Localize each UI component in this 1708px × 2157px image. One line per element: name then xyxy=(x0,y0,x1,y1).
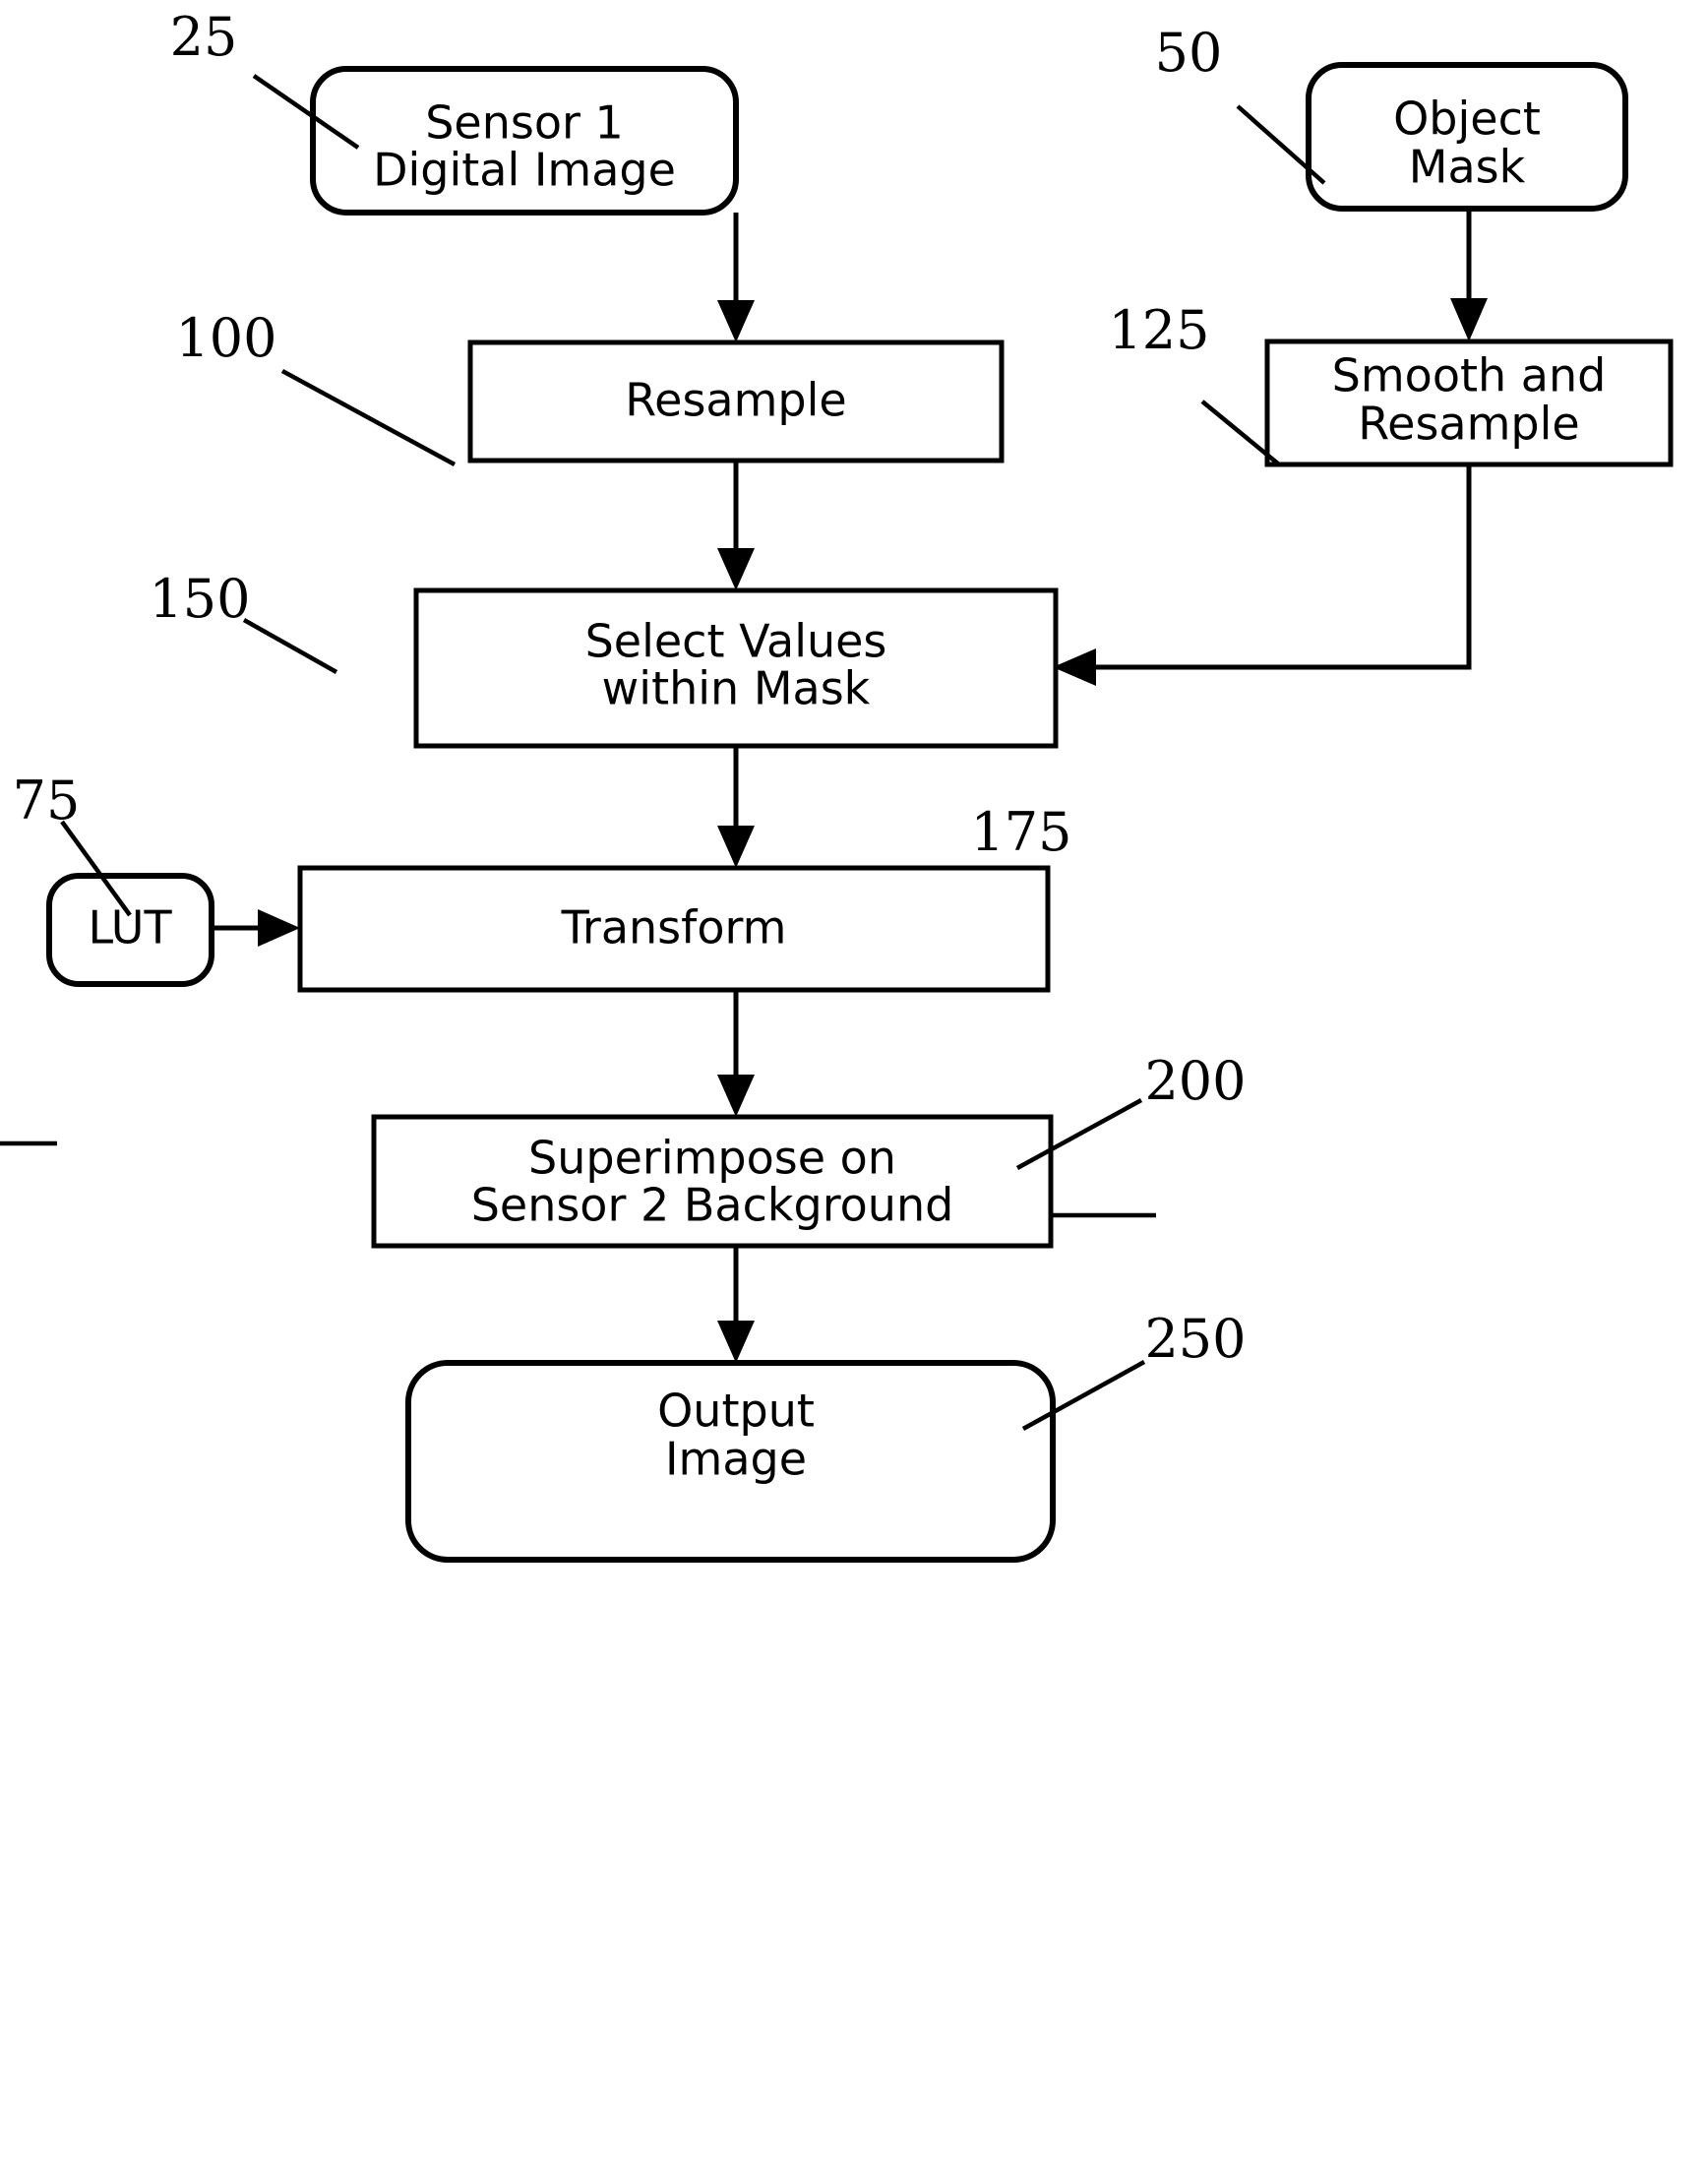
node-selectvalues-line1: Select Values xyxy=(585,615,887,668)
edge-selectvalues-to-transform xyxy=(717,746,755,868)
node-transform-label: Transform xyxy=(561,901,787,955)
arrowhead-icon xyxy=(1450,298,1488,341)
edge-resample-to-selectvalues xyxy=(717,461,755,590)
arrowhead-icon xyxy=(717,1321,755,1363)
node-select-values-within-mask[interactable]: Select Values within Mask xyxy=(413,587,1059,749)
edge-objectmask-to-smoothresample xyxy=(1450,209,1488,341)
ref-number-25: 25 xyxy=(170,6,238,68)
ref-number-200: 200 xyxy=(1144,1050,1246,1112)
ref-callout-125: 125 xyxy=(1108,299,1281,466)
ref-callout-100: 100 xyxy=(175,307,457,466)
node-smooth-and-resample[interactable]: Smooth and Resample xyxy=(1264,339,1674,467)
ref-callout-200: 200 xyxy=(1015,1050,1247,1170)
node-sensor1-line2: Digital Image xyxy=(373,144,676,197)
edge-lut-to-transform xyxy=(212,909,300,947)
edge-transform-to-superimpose xyxy=(717,990,755,1117)
ref-callout-150: 150 xyxy=(149,568,338,674)
ref-number-175: 175 xyxy=(970,801,1071,863)
node-sensor1-line1: Sensor 1 xyxy=(425,96,624,150)
node-smoothresample-line2: Resample xyxy=(1358,398,1579,451)
node-lut-label: LUT xyxy=(88,901,172,955)
node-object-mask[interactable]: Object Mask xyxy=(1306,62,1628,212)
ref-number-50: 50 xyxy=(1155,22,1223,84)
ref-number-75: 75 xyxy=(13,770,81,832)
ref-number-250: 250 xyxy=(1144,1308,1246,1370)
node-superimpose-line2: Sensor 2 Background xyxy=(471,1179,954,1232)
edge-sensor1-to-resample xyxy=(717,213,755,342)
node-selectvalues-line2: within Mask xyxy=(602,662,871,715)
edge-smoothresample-to-selectvalues xyxy=(1053,464,1472,686)
arrowhead-icon xyxy=(717,300,755,342)
arrowhead-icon xyxy=(258,909,300,947)
node-superimpose-line1: Superimpose on xyxy=(528,1132,896,1185)
arrowhead-icon xyxy=(717,1075,755,1117)
arrowhead-icon xyxy=(717,548,755,590)
node-superimpose[interactable]: Superimpose on Sensor 2 Background xyxy=(371,1114,1054,1249)
node-resample-label: Resample xyxy=(625,374,846,427)
ref-number-150: 150 xyxy=(149,568,250,630)
node-resample[interactable]: Resample xyxy=(467,339,1005,463)
arrowhead-icon xyxy=(717,826,755,868)
ref-number-125: 125 xyxy=(1108,299,1209,361)
ref-number-100: 100 xyxy=(175,307,276,369)
node-objectmask-line1: Object xyxy=(1393,92,1541,146)
ref-callout-50: 50 xyxy=(1155,22,1326,185)
flowchart-diagram: Sensor 1 Digital Image 25 Object Mask 50… xyxy=(0,0,1708,2157)
node-smoothresample-line1: Smooth and xyxy=(1332,349,1607,402)
node-objectmask-line2: Mask xyxy=(1409,141,1526,194)
flowchart-canvas: Sensor 1 Digital Image 25 Object Mask 50… xyxy=(0,6,1674,1563)
node-transform[interactable]: Transform xyxy=(297,865,1051,993)
node-outputimage-line2: Image xyxy=(665,1433,807,1486)
node-sensor1-digital-image[interactable]: Sensor 1 Digital Image xyxy=(310,66,739,216)
node-outputimage-line1: Output xyxy=(657,1385,815,1438)
node-lut[interactable]: LUT xyxy=(46,873,214,987)
edge-superimpose-to-outputimage xyxy=(717,1246,755,1363)
arrowhead-icon xyxy=(1053,648,1096,686)
node-output-image[interactable]: Output Image xyxy=(405,1360,1056,1563)
ref-callout-250: 250 xyxy=(1021,1308,1247,1431)
